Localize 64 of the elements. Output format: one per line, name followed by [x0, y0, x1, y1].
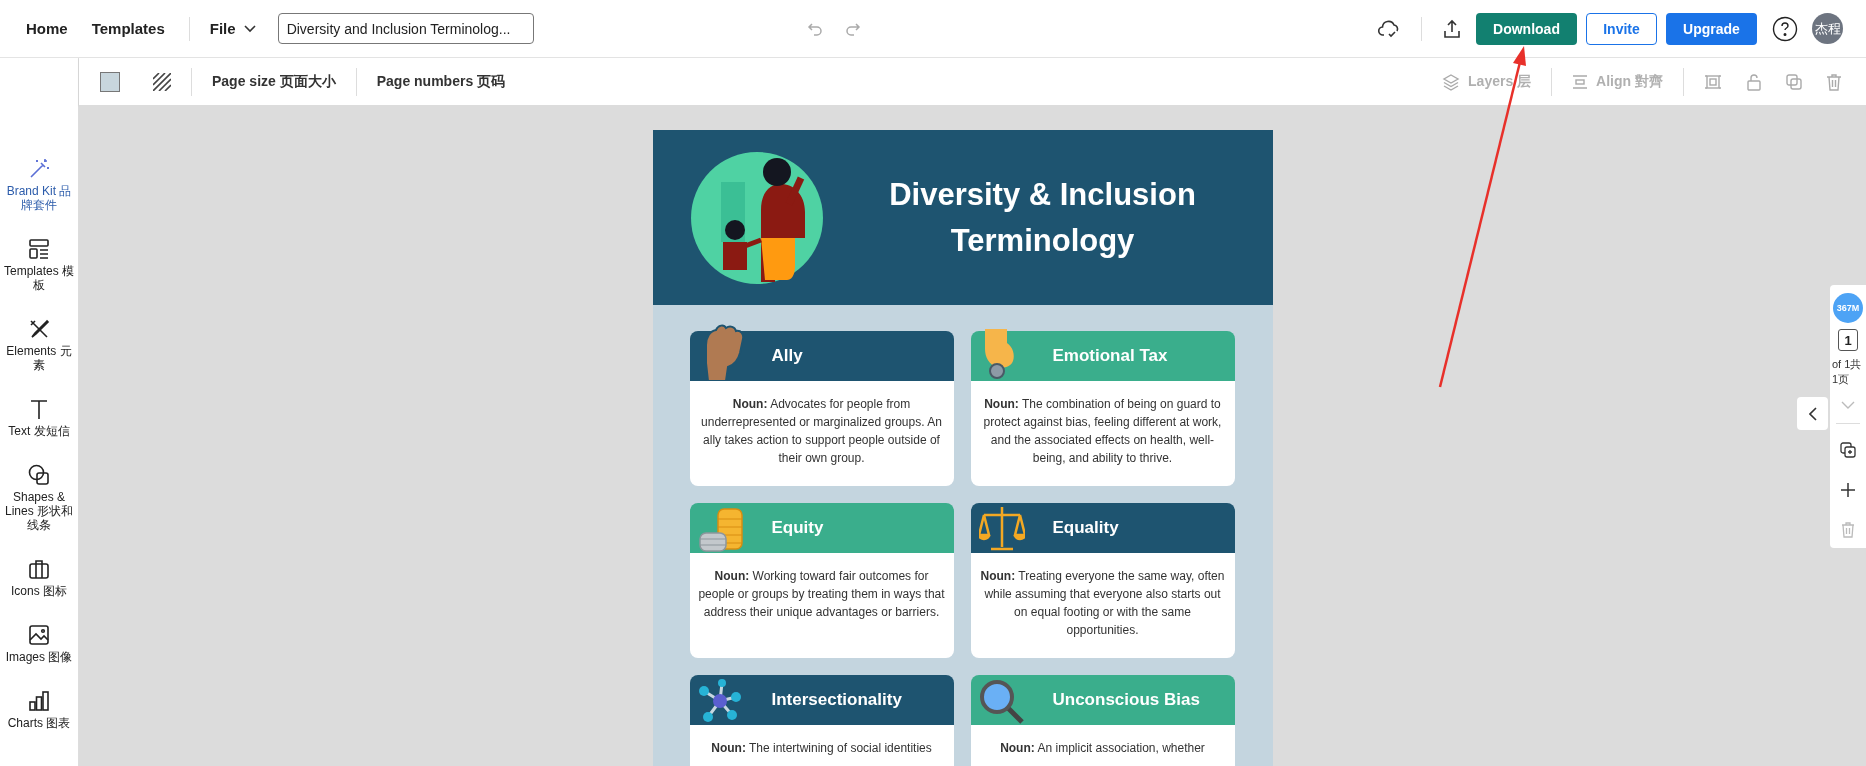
help-icon[interactable]: [1772, 15, 1798, 42]
sidebar-item[interactable]: Icons 图标: [2, 558, 76, 598]
sidebar-item[interactable]: Templates 模板: [2, 238, 76, 292]
file-menu[interactable]: File: [209, 20, 256, 37]
duplicate-page-icon[interactable]: [1840, 442, 1856, 458]
page-size-button[interactable]: Page size 页面大小: [212, 72, 336, 91]
network-nodes-icon: [697, 679, 742, 725]
pattern-icon[interactable]: [153, 72, 171, 91]
caret-icon: [243, 24, 256, 33]
term-definition: Noun: The intertwining of social identities: [710, 740, 933, 757]
sidebar-item[interactable]: Shapes & Lines 形状和线条: [2, 464, 76, 532]
pen-ruler-icon: [28, 318, 50, 340]
nav-link[interactable]: Home: [26, 20, 68, 37]
term-definition: Noun: Advocates for people from underrepresented or marginalized groups. An ally takes action to support people outside of their own group.: [700, 396, 943, 467]
text-icon: [28, 398, 50, 420]
page-count: of 1共1页: [1832, 357, 1863, 387]
upload-icon[interactable]: [1442, 18, 1462, 39]
cloud-check-icon[interactable]: [1377, 18, 1401, 39]
crop-frame-icon[interactable]: [1704, 72, 1722, 91]
page-numbers-button[interactable]: Page numbers 页码: [376, 72, 506, 91]
invite-button[interactable]: Invite: [1586, 12, 1657, 45]
upgrade-button[interactable]: Upgrade: [1666, 12, 1757, 45]
term-title: Unconscious Bias: [1052, 690, 1200, 710]
document-title-field[interactable]: Diversity and Inclusion Terminolog...: [277, 13, 534, 44]
collapse-panel-button[interactable]: [1797, 397, 1828, 430]
page-number-field[interactable]: 1: [1838, 329, 1858, 351]
templates-icon: [28, 238, 50, 260]
term-definition: Noun: Working toward fair outcomes for people or groups by treating them in ways that address their unique advantages or barriers.: [697, 568, 946, 621]
balance-scale-icon: [978, 505, 1025, 553]
sidebar-item[interactable]: Images 图像: [2, 624, 76, 664]
chevron-left-icon: [1808, 406, 1817, 421]
undo-icon[interactable]: [806, 20, 823, 37]
lock-icon[interactable]: [1746, 72, 1762, 91]
briefcase-icon: [28, 558, 50, 580]
layers-icon: [1442, 72, 1461, 91]
sidebar-item[interactable]: Text 发短信: [2, 398, 76, 438]
magic-wand-icon: [28, 158, 50, 180]
sidebar-item[interactable]: Elements 元素: [2, 318, 76, 372]
background-color-swatch[interactable]: [100, 71, 120, 92]
coin-stacks-icon: [697, 507, 744, 553]
file-size-badge: 367M: [1833, 293, 1863, 323]
infographic-title: Diversity & Inclusion Terminology: [888, 175, 1197, 260]
term-definition: Noun: Treating everyone the same way, often while assuming that everyone also starts out on equal footing or with the same opportunities.: [979, 568, 1226, 639]
image-icon: [28, 624, 50, 646]
bar-chart-icon: [28, 690, 50, 712]
term-definition: Noun: The combination of being on guard to protect against bias, feeling different at work, and the associated effects on health, well-being, and ability to thrive.: [982, 396, 1223, 467]
term-title: Emotional Tax: [1052, 346, 1168, 366]
term-title: Equality: [1052, 518, 1119, 538]
term-title: Ally: [771, 346, 803, 366]
delete-icon[interactable]: [1826, 72, 1842, 91]
align-icon: [1572, 73, 1589, 90]
redo-icon[interactable]: [844, 20, 861, 37]
download-button[interactable]: Download: [1476, 12, 1577, 45]
shapes-icon: [28, 464, 50, 486]
duplicate-icon[interactable]: [1786, 73, 1802, 90]
user-avatar[interactable]: 杰程: [1812, 13, 1843, 44]
term-title: Intersectionality: [771, 690, 902, 710]
sidebar-item[interactable]: Brand Kit 品牌套件: [2, 158, 76, 212]
term-definition: Noun: An implicit association, whether: [999, 740, 1206, 757]
magnifying-glass-icon: [978, 679, 1025, 725]
term-title: Equity: [771, 518, 824, 538]
sidebar-item[interactable]: Charts 图表: [2, 690, 76, 730]
nav-link[interactable]: Templates: [91, 20, 165, 37]
add-page-icon[interactable]: [1840, 482, 1856, 498]
